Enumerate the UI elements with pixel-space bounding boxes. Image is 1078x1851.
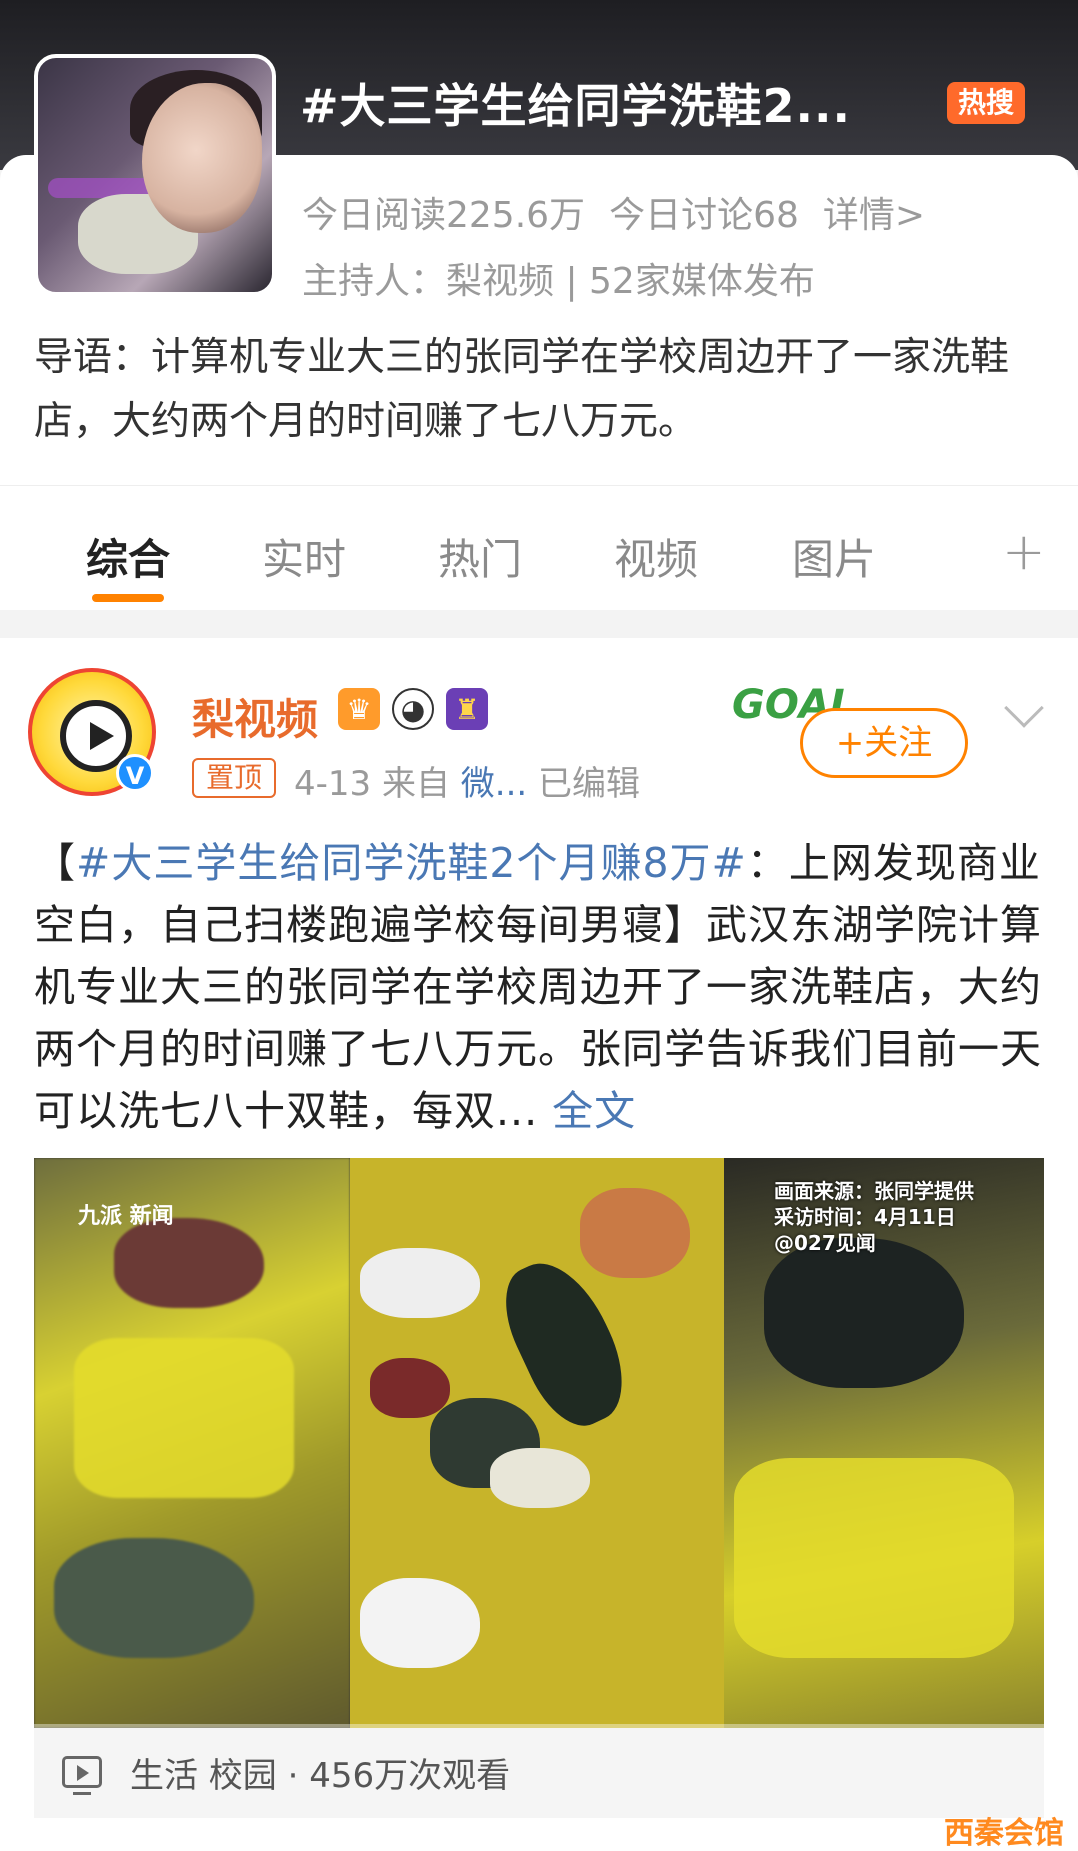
video-source-caption: 画面来源：张同学提供 采访时间：4月11日 @027见闻 xyxy=(774,1179,974,1255)
topic-intro: 导语：计算机专业大三的张同学在学校周边开了一家洗鞋店，大约两个月的时间赚了七八万… xyxy=(34,335,1010,444)
hot-search-badge: 热搜 xyxy=(947,82,1025,124)
site-watermark: 西秦会馆 xyxy=(944,1816,1064,1851)
pinned-badge: 置顶 xyxy=(192,758,276,798)
tab-popular[interactable]: 热门 xyxy=(438,526,522,587)
post-hashtag[interactable]: #大三学生给同学洗鞋2个月赚8万# xyxy=(76,839,747,887)
user-badges: ♛ ◕ ♜ xyxy=(338,688,488,730)
tab-comprehensive[interactable]: 综合 xyxy=(86,526,170,587)
chevron-down-icon[interactable] xyxy=(1004,688,1044,728)
post-source[interactable]: 微... xyxy=(461,764,527,804)
tab-video[interactable]: 视频 xyxy=(614,526,698,587)
details-link[interactable]: 详情> xyxy=(823,195,925,236)
video-player[interactable]: 九派 新闻 画面来源：张同学提供 采访时间：4月11日 @027见闻 xyxy=(34,1158,1044,1728)
add-tab-icon[interactable]: + xyxy=(1002,522,1046,582)
video-footer: 生活 校园 · 456万次观看 xyxy=(34,1728,1044,1818)
news-logo: 九派 新闻 xyxy=(78,1204,174,1229)
panda-icon[interactable]: ◕ xyxy=(392,688,434,730)
post-text: 【#大三学生给同学洗鞋2个月赚8万#：上网发现商业空白，自己扫楼跑遍学校每间男寝… xyxy=(34,839,1042,1135)
topic-title: #大三学生给同学洗鞋2... xyxy=(300,79,851,133)
user-name[interactable]: 梨视频 xyxy=(192,686,318,747)
tab-bar: 综合 实时 热门 视频 图片 + xyxy=(0,485,1078,610)
post-card: V 梨视频 ♛ ◕ ♜ 置顶 4-13 来自 微... 已编辑 GOAL +关注… xyxy=(0,638,1078,1851)
discussions-count: 今日讨论68 xyxy=(609,195,799,236)
video-meta: 生活 校园 · 456万次观看 xyxy=(130,1756,511,1796)
source-prefix: 来自 xyxy=(381,764,450,804)
post-meta: 4-13 来自 微... 已编辑 xyxy=(294,756,640,805)
video-icon xyxy=(62,1756,102,1795)
edited-label: 已编辑 xyxy=(538,764,641,804)
topic-cover-image[interactable] xyxy=(34,54,276,296)
reads-count: 今日阅读225.6万 xyxy=(302,195,586,236)
read-more-link[interactable]: 全文 xyxy=(552,1087,636,1135)
topic-stats: 今日阅读225.6万 今日讨论68 详情> xyxy=(302,186,949,238)
tab-realtime[interactable]: 实时 xyxy=(262,526,346,587)
follow-button[interactable]: +关注 xyxy=(800,708,968,778)
verified-icon: V xyxy=(116,754,154,792)
active-tab-indicator xyxy=(92,594,164,602)
tab-images[interactable]: 图片 xyxy=(792,526,876,587)
medal-icon[interactable]: ♛ xyxy=(338,688,380,730)
topic-host: 主持人：梨视频 | 52家媒体发布 xyxy=(302,261,815,302)
shield-icon[interactable]: ♜ xyxy=(446,688,488,730)
video-frame-left xyxy=(34,1158,350,1728)
video-frame-middle xyxy=(350,1158,724,1728)
post-date: 4-13 xyxy=(294,764,372,804)
